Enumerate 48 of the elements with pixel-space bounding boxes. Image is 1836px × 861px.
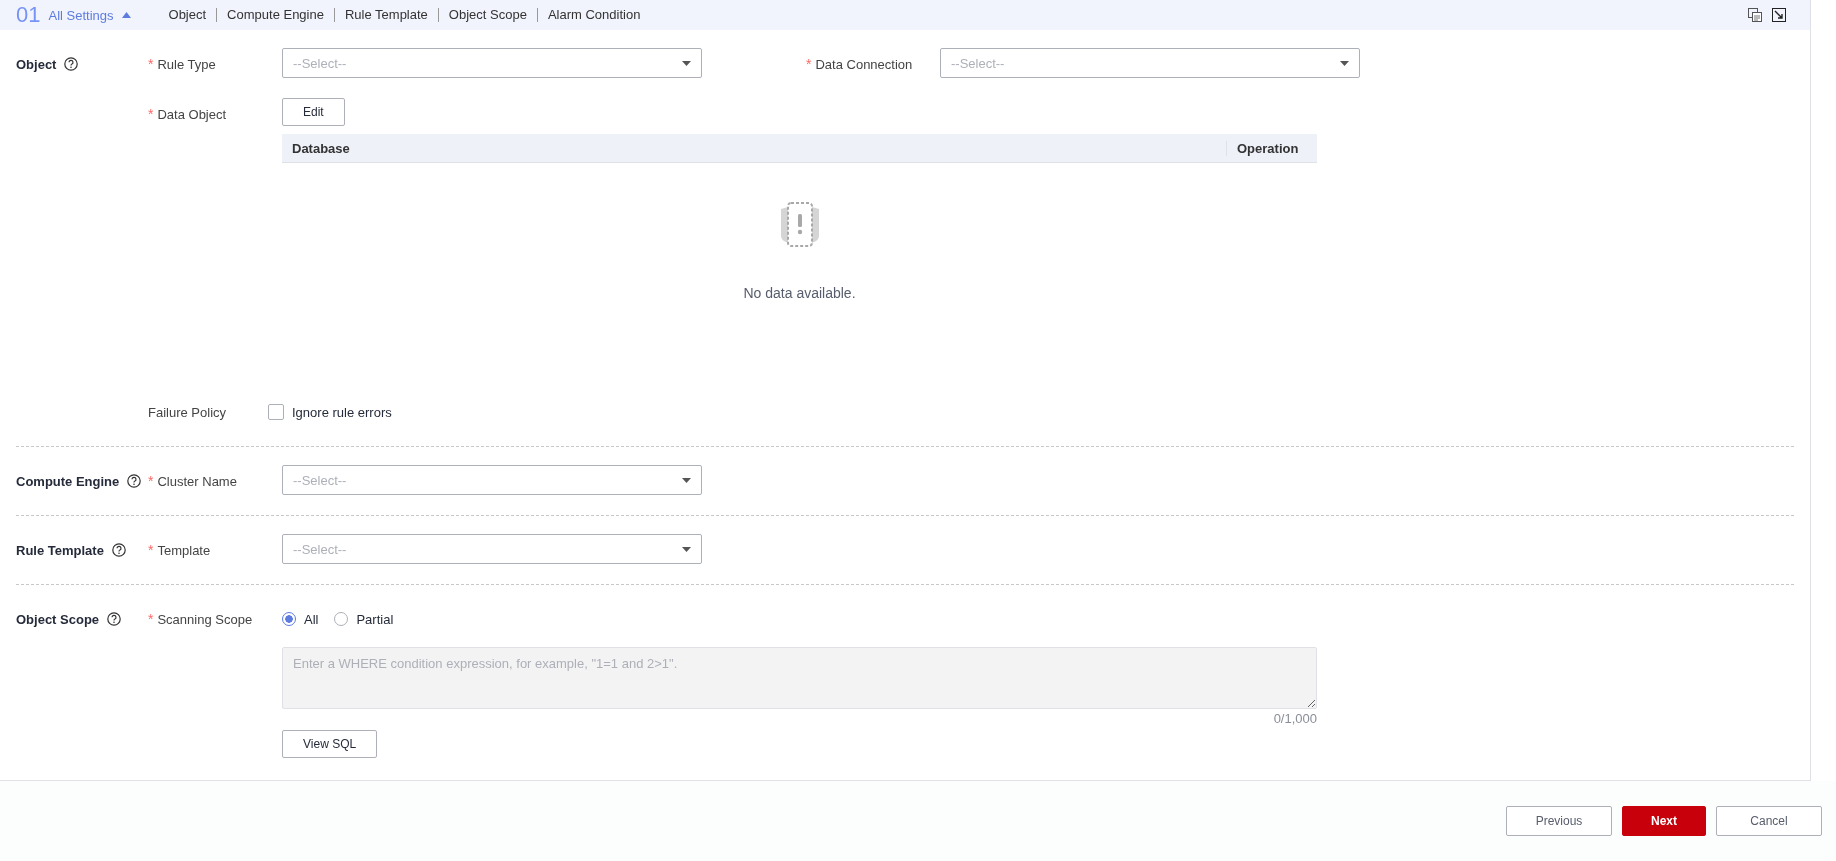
required-asterisk: *: [806, 56, 812, 72]
footer-button[interactable]: Cancel: [1716, 806, 1822, 836]
collapse-icon[interactable]: [1772, 8, 1786, 22]
all-settings-toggle[interactable]: All Settings: [48, 7, 114, 23]
field-label: Template: [157, 542, 211, 558]
character-counter: 0/1,000: [1273, 711, 1317, 726]
anchor-link[interactable]: Object Scope: [437, 8, 537, 22]
section-title: Object: [16, 56, 57, 72]
field-label: Data Connection: [815, 56, 913, 72]
column-header: Database: [291, 140, 351, 156]
dropdown-caret-icon: [682, 60, 691, 66]
field-label: Data Object: [157, 106, 227, 122]
required-asterisk: *: [148, 611, 154, 627]
anchor-link[interactable]: Alarm Condition: [536, 8, 651, 22]
edit-button[interactable]: Edit: [282, 98, 345, 126]
required-asterisk: *: [148, 473, 154, 489]
section-title: Object Scope: [16, 611, 100, 627]
dropdown-caret-icon: [682, 546, 691, 552]
radio-button[interactable]: [282, 612, 296, 626]
help-icon[interactable]: [107, 612, 122, 626]
dropdown-caret-icon: [682, 477, 691, 483]
anchor-link[interactable]: Rule Template: [333, 8, 438, 22]
field-label: Cluster Name: [157, 473, 237, 489]
anchor-link[interactable]: Object: [158, 8, 217, 22]
footer-button[interactable]: Previous: [1506, 806, 1612, 836]
field-label: Rule Type: [157, 56, 216, 72]
help-icon[interactable]: [127, 474, 142, 488]
copy-icon[interactable]: [1748, 8, 1762, 22]
empty-state-text: No data available.: [743, 285, 856, 301]
anchor-link[interactable]: Compute Engine: [216, 8, 334, 22]
footer-button[interactable]: Next: [1622, 806, 1706, 836]
radio-option[interactable]: Partial: [334, 603, 394, 635]
section-title: Rule Template: [16, 542, 104, 558]
help-icon[interactable]: [111, 543, 126, 557]
required-asterisk: *: [148, 106, 154, 122]
field-label: Scanning Scope: [157, 611, 253, 627]
checkbox[interactable]: [268, 404, 284, 420]
column-header: Operation: [1226, 140, 1317, 156]
section-title: Compute Engine: [16, 473, 120, 489]
required-asterisk: *: [148, 56, 154, 72]
required-asterisk: *: [148, 542, 154, 558]
step-number: 01: [16, 2, 41, 28]
field-label: Failure Policy: [148, 404, 227, 420]
help-icon[interactable]: [64, 57, 79, 71]
checkbox-option[interactable]: Ignore rule errors: [268, 396, 392, 428]
view-sql-button[interactable]: View SQL: [282, 730, 378, 758]
dropdown-caret-icon: [1340, 60, 1349, 66]
radio-option[interactable]: All: [282, 603, 319, 635]
